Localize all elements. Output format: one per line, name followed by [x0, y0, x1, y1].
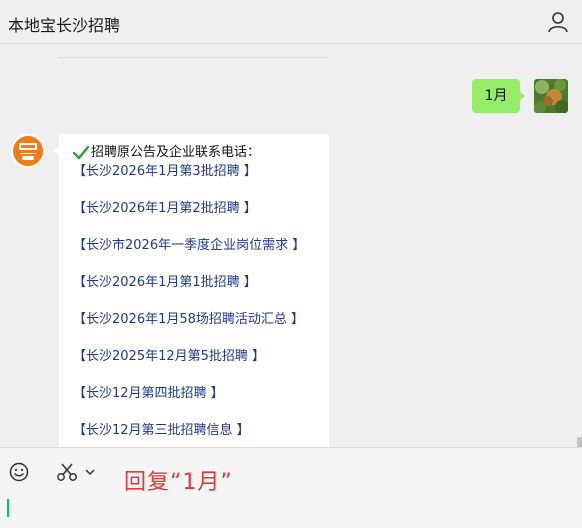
text-caret[interactable]	[7, 499, 9, 517]
chat-header: 本地宝长沙招聘	[0, 0, 582, 44]
user-icon[interactable]	[547, 11, 569, 33]
reply-hint: 回复“1月”	[124, 470, 233, 495]
link-item[interactable]: 【长沙2026年1月第1批招聘 】	[73, 274, 319, 292]
chevron-down-icon[interactable]	[85, 468, 95, 476]
chat-title: 本地宝长沙招聘	[8, 16, 121, 35]
scrollbar[interactable]	[577, 437, 582, 447]
headline: 招聘原公告及企业联系电话：	[73, 144, 319, 162]
scissors-icon[interactable]	[56, 462, 78, 482]
link-item[interactable]: 【长沙2026年1月58场招聘活动汇总 】	[73, 311, 319, 329]
emoji-icon[interactable]	[9, 462, 29, 482]
my-avatar[interactable]	[534, 79, 568, 113]
sent-bubble[interactable]: 1月	[472, 79, 525, 113]
link-item[interactable]: 【长沙市2026年一季度企业岗位需求 】	[73, 237, 319, 255]
check-icon	[73, 146, 89, 160]
sent-text: 1月	[484, 88, 508, 104]
bot-logo	[11, 134, 45, 168]
headline-text: 招聘原公告及企业联系电话：	[91, 145, 261, 160]
my-avatar-image	[534, 79, 568, 113]
link-item[interactable]: 【长沙12月第三批招聘信息 】	[73, 422, 319, 440]
link-item[interactable]: 【长沙2026年1月第2批招聘 】	[73, 200, 319, 218]
bot-avatar[interactable]	[11, 134, 45, 168]
chat-area[interactable]: 1月 招聘原公告及企业联系电话： 【长沙2026年1月第3批招聘 】 【长沙20…	[0, 45, 582, 447]
previous-bubble-edge	[58, 57, 328, 58]
input-area[interactable]: 回复“1月”	[0, 447, 582, 528]
link-item[interactable]: 【长沙2025年12月第5批招聘 】	[73, 348, 319, 366]
received-bubble[interactable]: 招聘原公告及企业联系电话： 【长沙2026年1月第3批招聘 】 【长沙2026年…	[54, 134, 329, 447]
link-item[interactable]: 【长沙2026年1月第3批招聘 】	[73, 163, 319, 181]
link-item[interactable]: 【长沙12月第四批招聘 】	[73, 385, 319, 403]
